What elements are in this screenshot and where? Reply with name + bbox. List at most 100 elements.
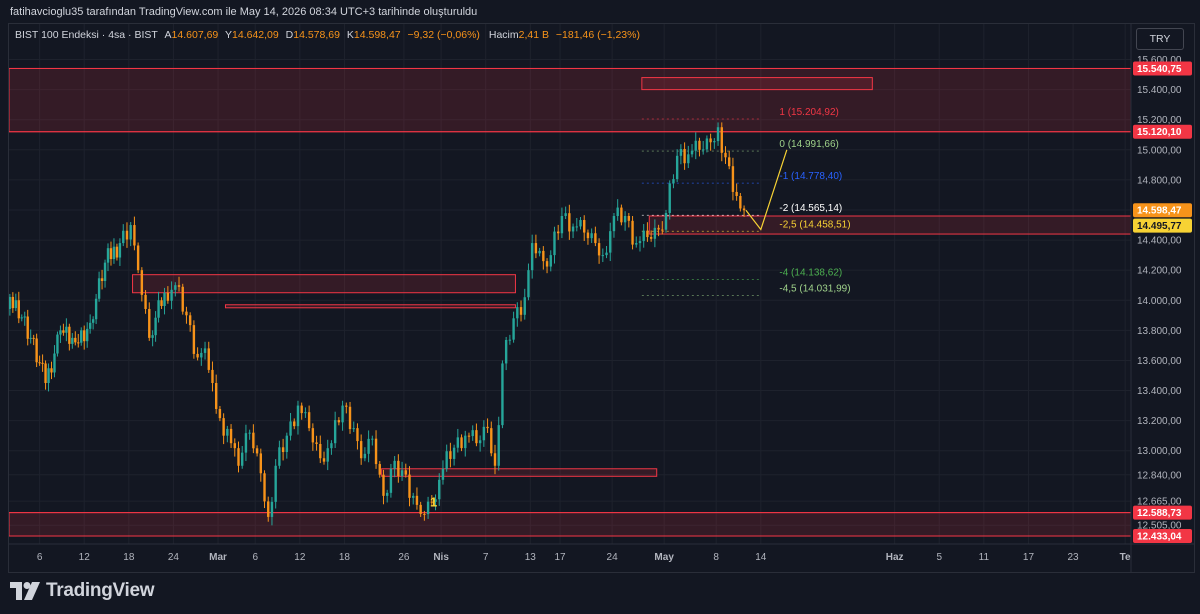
candle-body <box>739 195 742 209</box>
candle-body <box>527 270 530 298</box>
candle-body <box>174 285 177 290</box>
candle-body <box>29 337 32 339</box>
change-value: −9,32 (−0,06%) <box>407 29 480 41</box>
price-axis-tick: 13.000,00 <box>1137 446 1182 457</box>
candle-body <box>464 435 467 449</box>
fib-level-label: -4 (14.138,62) <box>779 267 842 278</box>
candle-body <box>516 307 519 319</box>
candle-body <box>53 353 56 373</box>
candle-body <box>203 348 207 353</box>
candle-body <box>497 425 500 466</box>
candle-body <box>352 428 355 430</box>
candle-body <box>519 307 523 315</box>
supply-demand-zone <box>641 77 873 91</box>
time-axis-tick: Nis <box>433 552 449 563</box>
time-axis-tick: 13 <box>525 552 537 563</box>
candle-body <box>690 150 694 155</box>
time-axis-tick: May <box>654 552 674 563</box>
supply-demand-zone <box>381 468 658 477</box>
candle-body <box>74 337 77 343</box>
price-axis-tick: 13.200,00 <box>1137 416 1182 427</box>
candle-body <box>181 286 184 312</box>
candle-body <box>701 149 705 151</box>
candle-body <box>687 154 690 164</box>
candle-body <box>378 464 381 475</box>
candle-body <box>560 216 564 234</box>
candle-body <box>218 408 222 419</box>
time-axis-tick: 5 <box>936 552 942 563</box>
candle-body <box>289 421 292 436</box>
time-axis-tick: Te <box>1120 552 1131 563</box>
supply-demand-zone <box>9 512 1132 537</box>
symbol-legend: BIST 100 Endeksi · 4sa · BIST A14.607,69… <box>15 29 646 41</box>
price-axis-tick: 15.400,00 <box>1137 85 1182 96</box>
time-axis-tick: 18 <box>123 552 135 563</box>
price-axis-tick: 14.000,00 <box>1137 296 1182 307</box>
candle-body <box>136 245 140 271</box>
candle-body <box>315 442 318 444</box>
candle-body <box>649 237 653 239</box>
candle-body <box>44 363 47 384</box>
candle-body <box>122 230 125 244</box>
candle-body <box>356 428 359 442</box>
candle-body <box>148 308 151 338</box>
candle-body <box>601 255 605 257</box>
candle-body <box>400 470 404 477</box>
time-axis-tick: 12 <box>294 552 306 563</box>
candle-body <box>94 298 98 320</box>
candle-body <box>341 405 344 423</box>
wave-marker-label: 1 <box>430 494 437 509</box>
candle-body <box>330 443 333 449</box>
candle-body <box>214 383 218 409</box>
candle-body <box>270 501 274 517</box>
price-chart[interactable]: 1 (15.204,92) 0 (14.991,66) -1 (14.778,40)… <box>9 24 1194 572</box>
candle-body <box>348 406 352 430</box>
candle-body <box>241 452 244 466</box>
candle-body <box>160 300 163 306</box>
fib-level-label: -4,5 (14.031,99) <box>779 283 850 294</box>
tradingview-logo[interactable]: TradingView <box>10 578 155 604</box>
candle-body <box>616 207 619 216</box>
price-label-text: 15.540,75 <box>1137 64 1182 75</box>
currency-button[interactable]: TRY <box>1136 28 1184 50</box>
price-label-text: 12.433,04 <box>1137 532 1182 543</box>
candle-body <box>192 325 196 354</box>
chart-frame[interactable]: 1 (15.204,92) 0 (14.991,66) -1 (14.778,40)… <box>8 23 1195 573</box>
candle-body <box>731 166 735 192</box>
candle-body <box>709 138 712 143</box>
candle-body <box>493 453 497 466</box>
time-axis-tick: Mar <box>209 552 227 563</box>
candle-body <box>553 231 556 256</box>
time-axis-tick: 6 <box>252 552 258 563</box>
candle-body <box>9 296 12 309</box>
candles <box>9 122 746 526</box>
candle-body <box>545 261 549 267</box>
candle-body <box>668 183 671 213</box>
candle-body <box>385 492 389 496</box>
candle-body <box>154 317 157 336</box>
candle-body <box>307 412 311 429</box>
candle-body <box>26 316 29 339</box>
time-axis-tick: 23 <box>1068 552 1080 563</box>
candle-body <box>415 495 419 505</box>
close-label: K <box>346 29 354 41</box>
candle-body <box>278 447 281 466</box>
candle-body <box>177 285 181 287</box>
low-value: 14.578,69 <box>293 29 340 41</box>
candle-body <box>508 339 512 341</box>
candle-body <box>163 292 166 306</box>
candle-body <box>371 438 374 440</box>
candle-body <box>129 225 132 240</box>
fib-level-label: -2,5 (14.458,51) <box>779 219 850 230</box>
candle-body <box>590 233 593 239</box>
candle-body <box>293 421 296 427</box>
fib-level-label: -2 (14.565,14) <box>779 203 842 214</box>
symbol-name[interactable]: BIST 100 Endeksi · 4sa · BIST <box>15 29 158 41</box>
open-value: 14.607,69 <box>171 29 219 41</box>
candle-body <box>698 140 701 150</box>
candle-body <box>623 216 627 223</box>
candle-body <box>571 226 575 232</box>
candle-body <box>200 352 203 358</box>
candle-body <box>345 405 348 407</box>
candle-body <box>274 465 277 502</box>
